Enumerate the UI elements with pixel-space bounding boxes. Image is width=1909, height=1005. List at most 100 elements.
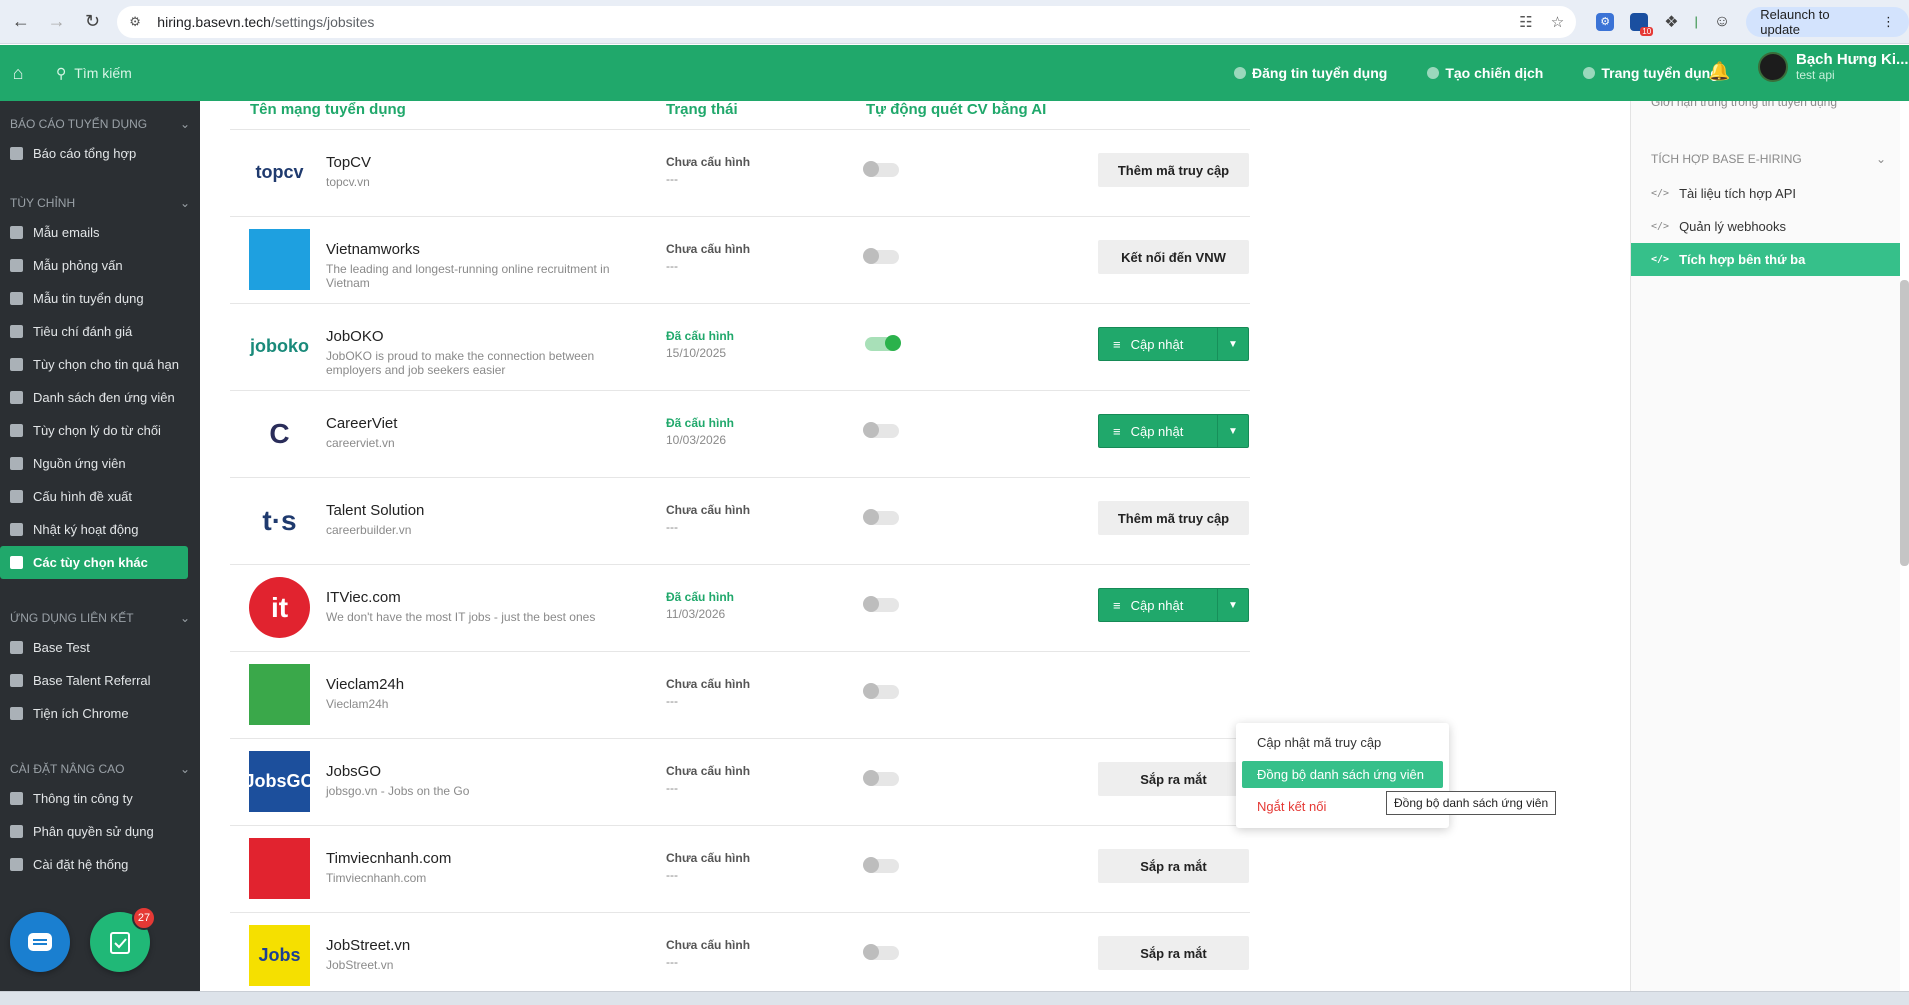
address-bar[interactable]: ⚙ hiring.basevn.tech/settings/jobsites ☷…: [117, 5, 1577, 38]
sidebar-item[interactable]: Cấu hình đề xuất: [0, 480, 200, 513]
sidebar-item[interactable]: Nguồn ứng viên: [0, 447, 200, 480]
status-date: ---: [666, 694, 678, 708]
settings-item-webhooks[interactable]: </> Quản lý webhooks: [1631, 210, 1900, 243]
page-scrollbar[interactable]: [1900, 280, 1909, 566]
avatar: [1758, 51, 1788, 82]
ai-scan-toggle[interactable]: [863, 248, 899, 264]
sidebar-section-header[interactable]: BÁO CÁO TUYỂN DỤNG ⌄: [0, 101, 200, 137]
settings-item-api-docs[interactable]: </> Tài liệu tích hợp API: [1631, 177, 1900, 210]
caret-down-icon[interactable]: ▼: [1218, 426, 1248, 437]
sidebar-item[interactable]: Nhật ký hoạt động: [0, 513, 200, 546]
jobsite-description: Vieclam24h: [326, 697, 389, 711]
column-header-status: Trạng thái: [666, 101, 738, 118]
translate-icon[interactable]: ☷: [1519, 13, 1532, 31]
chevron-down-icon: ⌄: [179, 196, 190, 210]
profile-icon[interactable]: ☺: [1714, 13, 1730, 31]
jobsite-action-button[interactable]: Thêm mã truy cập: [1098, 501, 1249, 535]
status-text: Đã cấu hình: [666, 416, 735, 430]
plus-circle-icon: [1427, 67, 1440, 79]
sidebar-item[interactable]: Mẫu phỏng vấn: [0, 249, 200, 282]
sidebar-section-header[interactable]: TÙY CHỈNH ⌄: [0, 180, 200, 216]
sidebar-item[interactable]: Base Test: [0, 631, 200, 664]
menu-lines-icon: ≡: [1113, 336, 1121, 352]
reload-icon[interactable]: ↻: [78, 7, 108, 37]
update-split-button[interactable]: ≡ Cập nhật ▼: [1098, 588, 1249, 622]
checkbox-icon: [10, 325, 23, 338]
notification-count-badge: 27: [132, 906, 156, 930]
bell-icon[interactable]: 🔔: [1708, 61, 1730, 82]
jobsite-action-button[interactable]: Sắp ra mắt: [1098, 936, 1249, 970]
back-icon[interactable]: ←: [6, 7, 36, 37]
sidebar-item[interactable]: Base Talent Referral: [0, 664, 200, 697]
jobsite-row: t·s Talent Solution careerbuilder.vn Chưa c…: [230, 477, 1250, 564]
user-menu[interactable]: Bạch Hưng Ki... test api: [1758, 51, 1909, 82]
more-vert-icon[interactable]: ⋮: [1882, 14, 1895, 30]
sidebar-item[interactable]: Mẫu tin tuyển dụng: [0, 282, 200, 315]
clipboard-check-icon: [110, 932, 130, 954]
bookmark-star-icon[interactable]: ☆: [1551, 13, 1564, 31]
relaunch-button[interactable]: Relaunch to update ⋮: [1746, 6, 1909, 37]
sidebar-item[interactable]: Tùy chọn cho tin quá hạn: [0, 348, 200, 381]
sidebar-item[interactable]: Báo cáo tổng hợp: [0, 137, 200, 170]
caret-down-icon[interactable]: ▼: [1218, 600, 1248, 611]
sidebar-section-header[interactable]: CÀI ĐẶT NÂNG CAO ⌄: [0, 746, 200, 782]
forward-icon[interactable]: →: [42, 7, 72, 37]
search-bar[interactable]: ⚲ Tìm kiếm: [56, 65, 132, 82]
jobsite-row: JobsGO JobsGO jobsgo.vn - Jobs on the Go Ch…: [230, 738, 1250, 825]
jobsite-row: it ITViec.com We don't have the most IT jo…: [230, 564, 1250, 651]
sidebar-item[interactable]: Tiện ích Chrome: [0, 697, 200, 730]
home-icon[interactable]: ⌂: [0, 63, 36, 84]
sidebar-item[interactable]: Mẫu emails: [0, 216, 200, 249]
update-split-button[interactable]: ≡ Cập nhật ▼: [1098, 327, 1249, 361]
status-text: Chưa cấu hình: [666, 677, 751, 691]
ai-scan-toggle[interactable]: [863, 596, 899, 612]
jobsite-action-button[interactable]: Thêm mã truy cập: [1098, 153, 1249, 187]
ai-scan-toggle[interactable]: [865, 335, 901, 351]
settings-section-header[interactable]: TÍCH HỢP BASE E-HIRING ⌄: [1651, 152, 1886, 166]
sidebar-item[interactable]: Tùy chọn lý do từ chối: [0, 414, 200, 447]
ai-scan-toggle[interactable]: [863, 944, 899, 960]
post-job-button[interactable]: Đăng tin tuyển dụng: [1234, 65, 1387, 81]
edit-icon: [10, 674, 23, 687]
jobsite-action-button[interactable]: Sắp ra mắt: [1098, 762, 1249, 796]
extension-badge-icon[interactable]: 10: [1630, 12, 1654, 36]
sidebar-item[interactable]: Phân quyền sử dụng: [0, 815, 200, 848]
status-text: Chưa cấu hình: [666, 764, 751, 778]
sidebar-item-active[interactable]: Các tùy chọn khác: [0, 546, 188, 579]
left-sidebar: BÁO CÁO TUYỂN DỤNG ⌄ Báo cáo tổng hợp TÙY…: [0, 101, 200, 991]
career-page-button[interactable]: Trang tuyển dụng: [1583, 65, 1719, 81]
status-text: Chưa cấu hình: [666, 242, 751, 256]
update-split-button[interactable]: ≡ Cập nhật ▼: [1098, 414, 1249, 448]
jobsite-action-button[interactable]: Sắp ra mắt: [1098, 849, 1249, 883]
settings-item-partial[interactable]: Giới hạn trùng trong tin tuyển dụng: [1651, 101, 1837, 109]
globe-icon: [1583, 67, 1596, 79]
code-icon: </>: [1651, 188, 1670, 199]
jobsite-name: JobsGO: [326, 763, 382, 780]
sidebar-item[interactable]: Tiêu chí đánh giá: [0, 315, 200, 348]
ai-scan-toggle[interactable]: [863, 509, 899, 525]
ai-scan-toggle[interactable]: [863, 770, 899, 786]
sidebar-section-header[interactable]: ỨNG DỤNG LIÊN KẾT ⌄: [0, 595, 200, 631]
sidebar-item[interactable]: Danh sách đen ứng viên: [0, 381, 200, 414]
caret-down-icon[interactable]: ▼: [1218, 339, 1248, 350]
jobsite-action-button[interactable]: Kết nối đến VNW: [1098, 240, 1249, 274]
site-info-icon[interactable]: ⚙: [129, 14, 147, 30]
ai-scan-toggle[interactable]: [863, 683, 899, 699]
extensions-puzzle-icon[interactable]: ❖: [1664, 12, 1678, 32]
status-date: 11/03/2026: [666, 607, 726, 621]
status-text: Chưa cấu hình: [666, 155, 751, 169]
extension-icon[interactable]: ⚙: [1596, 12, 1615, 31]
building-icon: [10, 792, 23, 805]
create-campaign-button[interactable]: Tạo chiến dịch: [1427, 65, 1543, 81]
menu-item-update-access-code[interactable]: Cập nhật mã truy cập: [1242, 729, 1443, 756]
ai-scan-toggle[interactable]: [863, 422, 899, 438]
chat-button[interactable]: [10, 912, 70, 972]
menu-item-sync-candidates[interactable]: Đồng bộ danh sách ứng viên: [1242, 761, 1443, 788]
status-date: ---: [666, 868, 678, 882]
sidebar-item[interactable]: Thông tin công ty: [0, 782, 200, 815]
ai-scan-toggle[interactable]: [863, 857, 899, 873]
sidebar-item[interactable]: Cài đặt hệ thống: [0, 848, 200, 881]
settings-item-third-party[interactable]: </> Tích hợp bên thứ ba: [1631, 243, 1900, 276]
jobsite-name: ITViec.com: [326, 589, 401, 606]
ai-scan-toggle[interactable]: [863, 161, 899, 177]
